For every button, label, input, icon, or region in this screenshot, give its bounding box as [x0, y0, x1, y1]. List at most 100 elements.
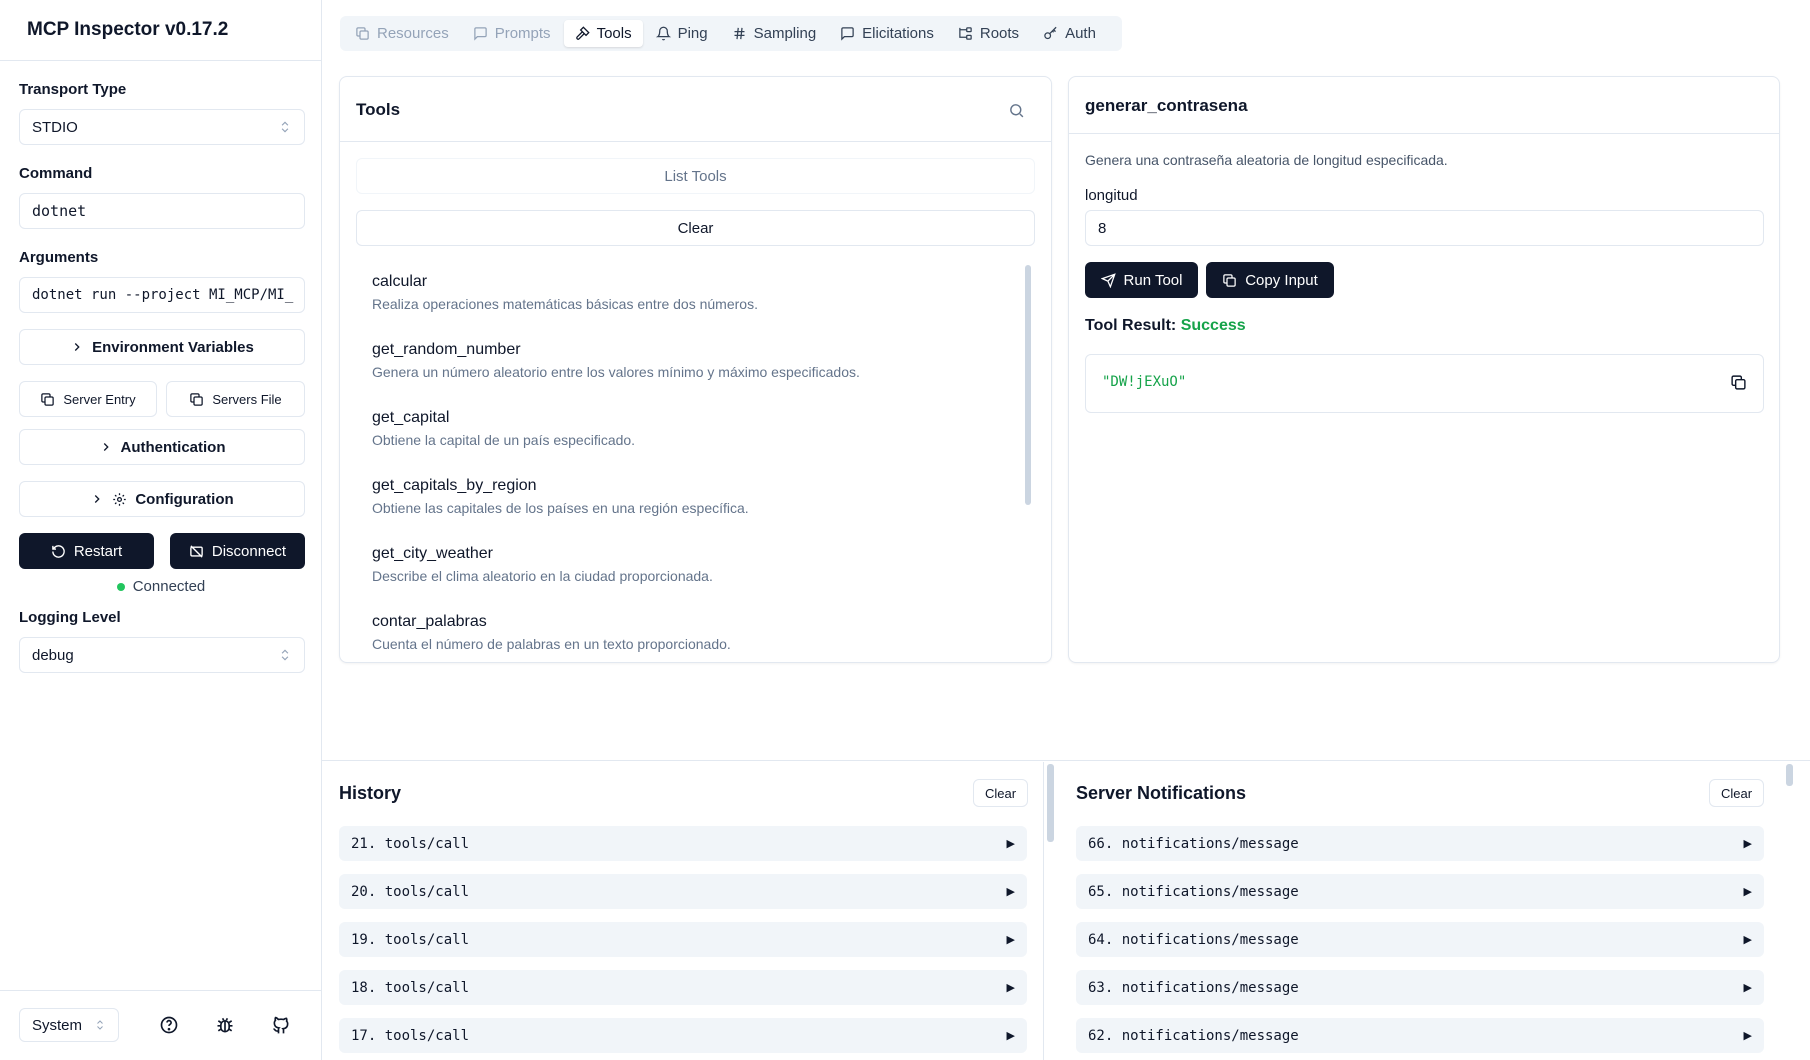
- tool-result-label: Tool Result:: [1085, 317, 1177, 334]
- files-icon: [355, 26, 370, 41]
- rotate-ccw-icon: [51, 544, 66, 559]
- theme-select[interactable]: System: [19, 1008, 119, 1042]
- logging-level-select[interactable]: debug: [19, 637, 305, 673]
- list-item[interactable]: calcular Realiza operaciones matemáticas…: [372, 273, 758, 312]
- restart-button[interactable]: Restart: [19, 533, 154, 569]
- history-row[interactable]: 19. tools/call ▶: [339, 922, 1027, 957]
- history-row[interactable]: 17. tools/call ▶: [339, 1018, 1027, 1053]
- copy-input-label: Copy Input: [1245, 271, 1318, 289]
- tool-detail-divider: [1069, 133, 1779, 134]
- param-label: longitud: [1085, 187, 1138, 204]
- history-row[interactable]: 21. tools/call ▶: [339, 826, 1027, 861]
- expand-arrow-icon: ▶: [1743, 886, 1752, 898]
- server-entry-label: Server Entry: [63, 391, 136, 407]
- gear-icon: [112, 492, 127, 507]
- search-icon[interactable]: [1008, 102, 1025, 119]
- bell-icon: [655, 26, 671, 41]
- history-scrollbar[interactable]: [1047, 764, 1054, 842]
- tools-list-scrollbar[interactable]: [1025, 265, 1031, 505]
- app-title: MCP Inspector v0.17.2: [27, 19, 229, 40]
- notifications-scrollbar[interactable]: [1786, 764, 1793, 786]
- tab-resources[interactable]: Resources: [344, 20, 460, 47]
- notification-row[interactable]: 62. notifications/message ▶: [1076, 1018, 1764, 1053]
- notification-row[interactable]: 63. notifications/message ▶: [1076, 970, 1764, 1005]
- authentication-button[interactable]: Authentication: [19, 429, 305, 465]
- tab-label: Roots: [979, 25, 1020, 42]
- notification-row[interactable]: 66. notifications/message ▶: [1076, 826, 1764, 861]
- tab-sampling[interactable]: Sampling: [721, 20, 828, 47]
- help-circle-icon[interactable]: [159, 1015, 179, 1035]
- copy-icon: [1222, 273, 1237, 288]
- clear-history-button[interactable]: Clear: [973, 779, 1029, 807]
- tool-description: Cuenta el número de palabras en un texto…: [372, 636, 731, 652]
- github-icon[interactable]: [271, 1015, 291, 1035]
- notifications-title: Server Notifications: [1076, 783, 1247, 803]
- chevron-right-icon: [99, 440, 113, 454]
- environment-variables-label: Environment Variables: [92, 338, 254, 356]
- tools-panel-title: Tools: [356, 100, 401, 119]
- tool-detail-panel: generar_contrasena Genera una contraseña…: [1068, 76, 1780, 663]
- hash-icon: [732, 26, 747, 41]
- tool-description: Obtiene la capital de un país especifica…: [372, 432, 636, 448]
- pane-splitter[interactable]: [1043, 762, 1044, 1060]
- chevron-right-icon: [90, 492, 104, 506]
- tab-tools[interactable]: Tools: [563, 20, 643, 47]
- arguments-input[interactable]: dotnet run --project MI_MCP/MI_: [19, 277, 305, 313]
- transport-type-value: STDIO: [32, 118, 78, 136]
- tool-result-heading: Tool Result: Success: [1085, 317, 1246, 335]
- tab-auth[interactable]: Auth: [1032, 20, 1107, 47]
- tab-label: Resources: [377, 25, 449, 42]
- tool-name: get_random_number: [372, 341, 521, 358]
- disconnect-button[interactable]: Disconnect: [170, 533, 305, 569]
- tab-elicitations[interactable]: Elicitations: [829, 20, 945, 47]
- servers-file-button[interactable]: Servers File: [166, 381, 305, 417]
- server-entry-button[interactable]: Server Entry: [19, 381, 157, 417]
- notification-row[interactable]: 65. notifications/message ▶: [1076, 874, 1764, 909]
- history-entry: 17. tools/call: [351, 1027, 470, 1044]
- copy-input-button[interactable]: Copy Input: [1206, 262, 1334, 298]
- command-label: Command: [19, 165, 93, 182]
- expand-arrow-icon: ▶: [1743, 982, 1752, 994]
- list-item[interactable]: get_random_number Genera un número aleat…: [372, 341, 860, 380]
- folder-tree-icon: [958, 26, 973, 41]
- param-input[interactable]: 8: [1085, 210, 1764, 246]
- message-square-icon: [473, 26, 488, 41]
- sidebar-footer-divider: [0, 990, 322, 991]
- history-row[interactable]: 20. tools/call ▶: [339, 874, 1027, 909]
- clear-notifications-button[interactable]: Clear: [1709, 779, 1765, 807]
- tab-label: Tools: [596, 25, 632, 42]
- list-item[interactable]: get_city_weather Describe el clima aleat…: [372, 545, 713, 584]
- tab-prompts[interactable]: Prompts: [462, 20, 562, 47]
- arguments-label: Arguments: [19, 249, 99, 266]
- list-item[interactable]: contar_palabras Cuenta el número de pala…: [372, 613, 731, 652]
- logging-level-label: Logging Level: [19, 609, 121, 626]
- message-square-icon: [840, 26, 855, 41]
- send-icon: [1100, 272, 1116, 288]
- tool-name: get_capitals_by_region: [372, 477, 537, 494]
- tab-ping[interactable]: Ping: [645, 20, 719, 47]
- expand-arrow-icon: ▶: [1006, 886, 1015, 898]
- expand-arrow-icon: ▶: [1006, 838, 1015, 850]
- list-item[interactable]: get_capitals_by_region Obtiene las capit…: [372, 477, 749, 516]
- run-tool-button[interactable]: Run Tool: [1085, 262, 1198, 298]
- history-entry: 19. tools/call: [351, 931, 470, 948]
- notification-entry: 64. notifications/message: [1088, 931, 1299, 948]
- bug-icon[interactable]: [215, 1015, 235, 1035]
- tab-label: Elicitations: [862, 25, 934, 42]
- notification-entry: 66. notifications/message: [1088, 835, 1299, 852]
- configuration-button[interactable]: Configuration: [19, 481, 305, 517]
- transport-type-select[interactable]: STDIO: [19, 109, 305, 145]
- list-tools-button[interactable]: List Tools: [356, 158, 1035, 194]
- environment-variables-button[interactable]: Environment Variables: [19, 329, 305, 365]
- tab-roots[interactable]: Roots: [947, 20, 1030, 47]
- status-dot: [116, 582, 125, 591]
- connection-status: Connected: [0, 578, 322, 595]
- copy-icon[interactable]: [1730, 374, 1747, 391]
- history-row[interactable]: 18. tools/call ▶: [339, 970, 1027, 1005]
- chevrons-up-down-icon: [94, 1019, 106, 1031]
- list-item[interactable]: get_capital Obtiene la capital de un paí…: [372, 409, 635, 448]
- notification-row[interactable]: 64. notifications/message ▶: [1076, 922, 1764, 957]
- command-input[interactable]: dotnet: [19, 193, 305, 229]
- clear-tools-button[interactable]: Clear: [356, 210, 1035, 246]
- chevrons-up-down-icon: [278, 648, 292, 662]
